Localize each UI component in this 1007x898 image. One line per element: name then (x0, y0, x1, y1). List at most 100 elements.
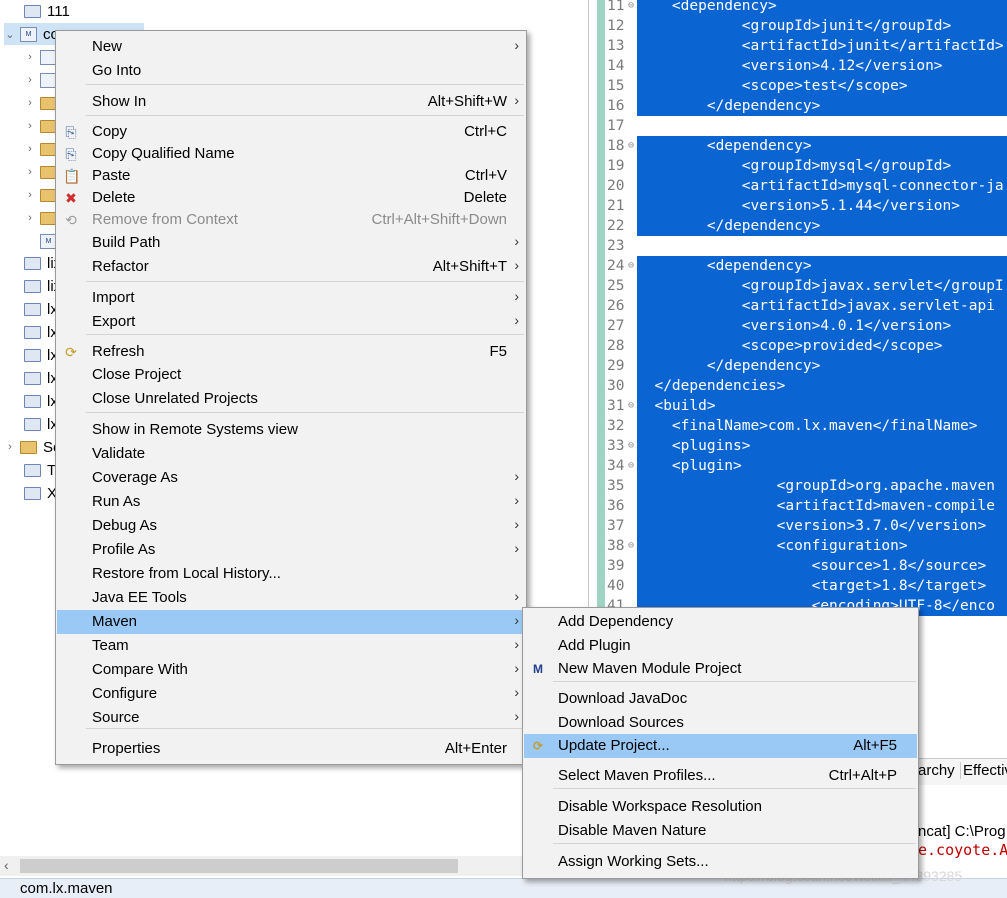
menu-item-run-as[interactable]: Run As › (57, 490, 525, 514)
code-line[interactable]: 22 </dependency> (589, 216, 1007, 236)
menu-item-debug-as[interactable]: Debug As › (57, 514, 525, 538)
menu-item-refresh[interactable]: ⟳ Refresh F5 (57, 340, 525, 364)
maven-menu-item-add-plugin[interactable]: Add Plugin (524, 634, 917, 658)
menu-item-compare-with[interactable]: Compare With › (57, 658, 525, 682)
tab-dependency-hierarchy[interactable]: archy (918, 762, 955, 779)
code-line[interactable]: 35 <groupId>org.apache.maven (589, 476, 1007, 496)
maven-menu-item-new-maven-module-project[interactable]: M New Maven Module Project (524, 657, 917, 681)
menu-item-build-path[interactable]: Build Path › (57, 231, 525, 255)
menu-item-refactor[interactable]: Refactor Alt+Shift+T › (57, 255, 525, 279)
code-line[interactable]: 32 <finalName>com.lx.maven</finalName> (589, 416, 1007, 436)
code-line[interactable]: 11 ⊖ <dependency> (589, 0, 1007, 16)
code-line[interactable]: 30 </dependencies> (589, 376, 1007, 396)
tree-item-project[interactable]: lx (8, 298, 58, 320)
tree-item-project[interactable]: lx (8, 344, 58, 366)
code-line[interactable]: 18 ⊖ <dependency> (589, 136, 1007, 156)
maven-menu-item-add-dependency[interactable]: Add Dependency (524, 610, 917, 634)
tab-effective-pom[interactable]: Effectiv (960, 762, 1007, 779)
menu-item-properties[interactable]: Properties Alt+Enter (57, 737, 525, 761)
fold-toggle-icon[interactable]: ⊖ (628, 396, 634, 416)
code-line[interactable]: 14 <version>4.12</version> (589, 56, 1007, 76)
explorer-horizontal-scrollbar[interactable]: ‹ (0, 856, 586, 876)
maven-menu-item-select-maven-profiles[interactable]: Select Maven Profiles... Ctrl+Alt+P (524, 764, 917, 788)
maven-menu-item-update-project[interactable]: ⟳ Update Project... Alt+F5 (524, 734, 917, 758)
menu-item-show-in-remote-systems-view[interactable]: Show in Remote Systems view (57, 418, 525, 442)
code-line[interactable]: 24 ⊖ <dependency> (589, 256, 1007, 276)
tree-item-servers[interactable]: › Se (4, 436, 61, 458)
collapse-chevron-icon[interactable]: › (24, 143, 36, 155)
code-line[interactable]: 37 <version>3.7.0</version> (589, 516, 1007, 536)
code-line[interactable]: 21 <version>5.1.44</version> (589, 196, 1007, 216)
menu-item-close-unrelated-projects[interactable]: Close Unrelated Projects (57, 387, 525, 411)
code-line[interactable]: 15 <scope>test</scope> (589, 76, 1007, 96)
code-line[interactable]: 19 <groupId>mysql</groupId> (589, 156, 1007, 176)
maven-menu-item-download-sources[interactable]: Download Sources (524, 711, 917, 735)
menu-item-export[interactable]: Export › (57, 310, 525, 334)
collapse-chevron-icon[interactable]: › (24, 74, 36, 86)
code-line[interactable]: 31 ⊖ <build> (589, 396, 1007, 416)
code-line[interactable]: 17 (589, 116, 1007, 136)
fold-toggle-icon[interactable]: ⊖ (628, 456, 634, 476)
menu-item-team[interactable]: Team › (57, 634, 525, 658)
maven-menu-item-disable-maven-nature[interactable]: Disable Maven Nature (524, 819, 917, 843)
code-line[interactable]: 33 ⊖ <plugins> (589, 436, 1007, 456)
collapse-chevron-icon[interactable]: › (24, 97, 36, 109)
menu-item-validate[interactable]: Validate (57, 442, 525, 466)
tree-item-project[interactable]: lix (8, 275, 61, 297)
fold-toggle-icon[interactable]: ⊖ (628, 256, 634, 276)
menu-item-import[interactable]: Import › (57, 286, 525, 310)
code-line[interactable]: 38 ⊖ <configuration> (589, 536, 1007, 556)
code-line[interactable]: 34 ⊖ <plugin> (589, 456, 1007, 476)
code-line[interactable]: 12 <groupId>junit</groupId> (589, 16, 1007, 36)
scrollbar-thumb[interactable] (20, 859, 458, 873)
code-line[interactable]: 39 <source>1.8</source> (589, 556, 1007, 576)
menu-item-close-project[interactable]: Close Project (57, 363, 525, 387)
menu-item-maven[interactable]: Maven › (57, 610, 525, 634)
menu-item-go-into[interactable]: Go Into (57, 59, 525, 83)
tree-item-project[interactable]: lx (8, 321, 58, 343)
tree-item-111[interactable]: 111 (8, 0, 70, 22)
menu-item-coverage-as[interactable]: Coverage As › (57, 466, 525, 490)
menu-item-source[interactable]: Source › (57, 706, 525, 730)
fold-toggle-icon[interactable]: ⊖ (628, 0, 634, 16)
code-line[interactable]: 27 <version>4.0.1</version> (589, 316, 1007, 336)
tree-item-project[interactable]: lx (8, 390, 58, 412)
collapse-chevron-icon[interactable]: › (24, 212, 36, 224)
code-line[interactable]: 26 <artifactId>javax.servlet-api (589, 296, 1007, 316)
collapse-chevron-icon[interactable]: › (24, 120, 36, 132)
tree-item-project[interactable]: lix (8, 252, 61, 274)
code-line[interactable]: 20 <artifactId>mysql-connector-ja (589, 176, 1007, 196)
fold-toggle-icon[interactable]: ⊖ (628, 536, 634, 556)
code-line[interactable]: 13 <artifactId>junit</artifactId> (589, 36, 1007, 56)
menu-item-paste[interactable]: 📋 Paste Ctrl+V (57, 164, 525, 188)
fold-toggle-icon[interactable]: ⊖ (628, 136, 634, 156)
maven-menu-item-download-javadoc[interactable]: Download JavaDoc (524, 687, 917, 711)
tree-item-project[interactable]: X (8, 482, 57, 504)
code-line[interactable]: 28 <scope>provided</scope> (589, 336, 1007, 356)
menu-item-configure[interactable]: Configure › (57, 682, 525, 706)
menu-item-remove-from-context[interactable]: ⟲ Remove from Context Ctrl+Alt+Shift+Down (57, 208, 525, 232)
maven-menu-item-assign-working-sets[interactable]: Assign Working Sets... (524, 850, 917, 874)
menu-item-new[interactable]: New › (57, 35, 525, 59)
collapse-chevron-icon[interactable]: › (24, 51, 36, 63)
collapse-chevron-icon[interactable]: › (24, 166, 36, 178)
scroll-left-arrow-icon[interactable]: ‹ (4, 857, 9, 873)
code-line[interactable]: 25 <groupId>javax.servlet</groupI (589, 276, 1007, 296)
menu-item-copy[interactable]: ⎘ Copy Ctrl+C (57, 120, 525, 144)
menu-item-restore-from-local-history[interactable]: Restore from Local History... (57, 562, 525, 586)
menu-item-delete[interactable]: ✖ Delete Delete (57, 186, 525, 210)
fold-toggle-icon[interactable]: ⊖ (628, 436, 634, 456)
expand-chevron-icon[interactable]: ⌄ (4, 28, 16, 41)
tree-item-project[interactable]: lx (8, 367, 58, 389)
code-line[interactable]: 36 <artifactId>maven-compile (589, 496, 1007, 516)
menu-item-show-in[interactable]: Show In Alt+Shift+W › (57, 90, 525, 114)
code-line[interactable]: 16 </dependency> (589, 96, 1007, 116)
menu-item-java-ee-tools[interactable]: Java EE Tools › (57, 586, 525, 610)
menu-item-profile-as[interactable]: Profile As › (57, 538, 525, 562)
code-line[interactable]: 40 <target>1.8</target> (589, 576, 1007, 596)
code-line[interactable]: 29 </dependency> (589, 356, 1007, 376)
collapse-chevron-icon[interactable]: › (24, 189, 36, 201)
tree-item-project[interactable]: lx (8, 413, 58, 435)
code-line[interactable]: 23 (589, 236, 1007, 256)
menu-item-copy-qualified-name[interactable]: ⎘ Copy Qualified Name (57, 142, 525, 166)
